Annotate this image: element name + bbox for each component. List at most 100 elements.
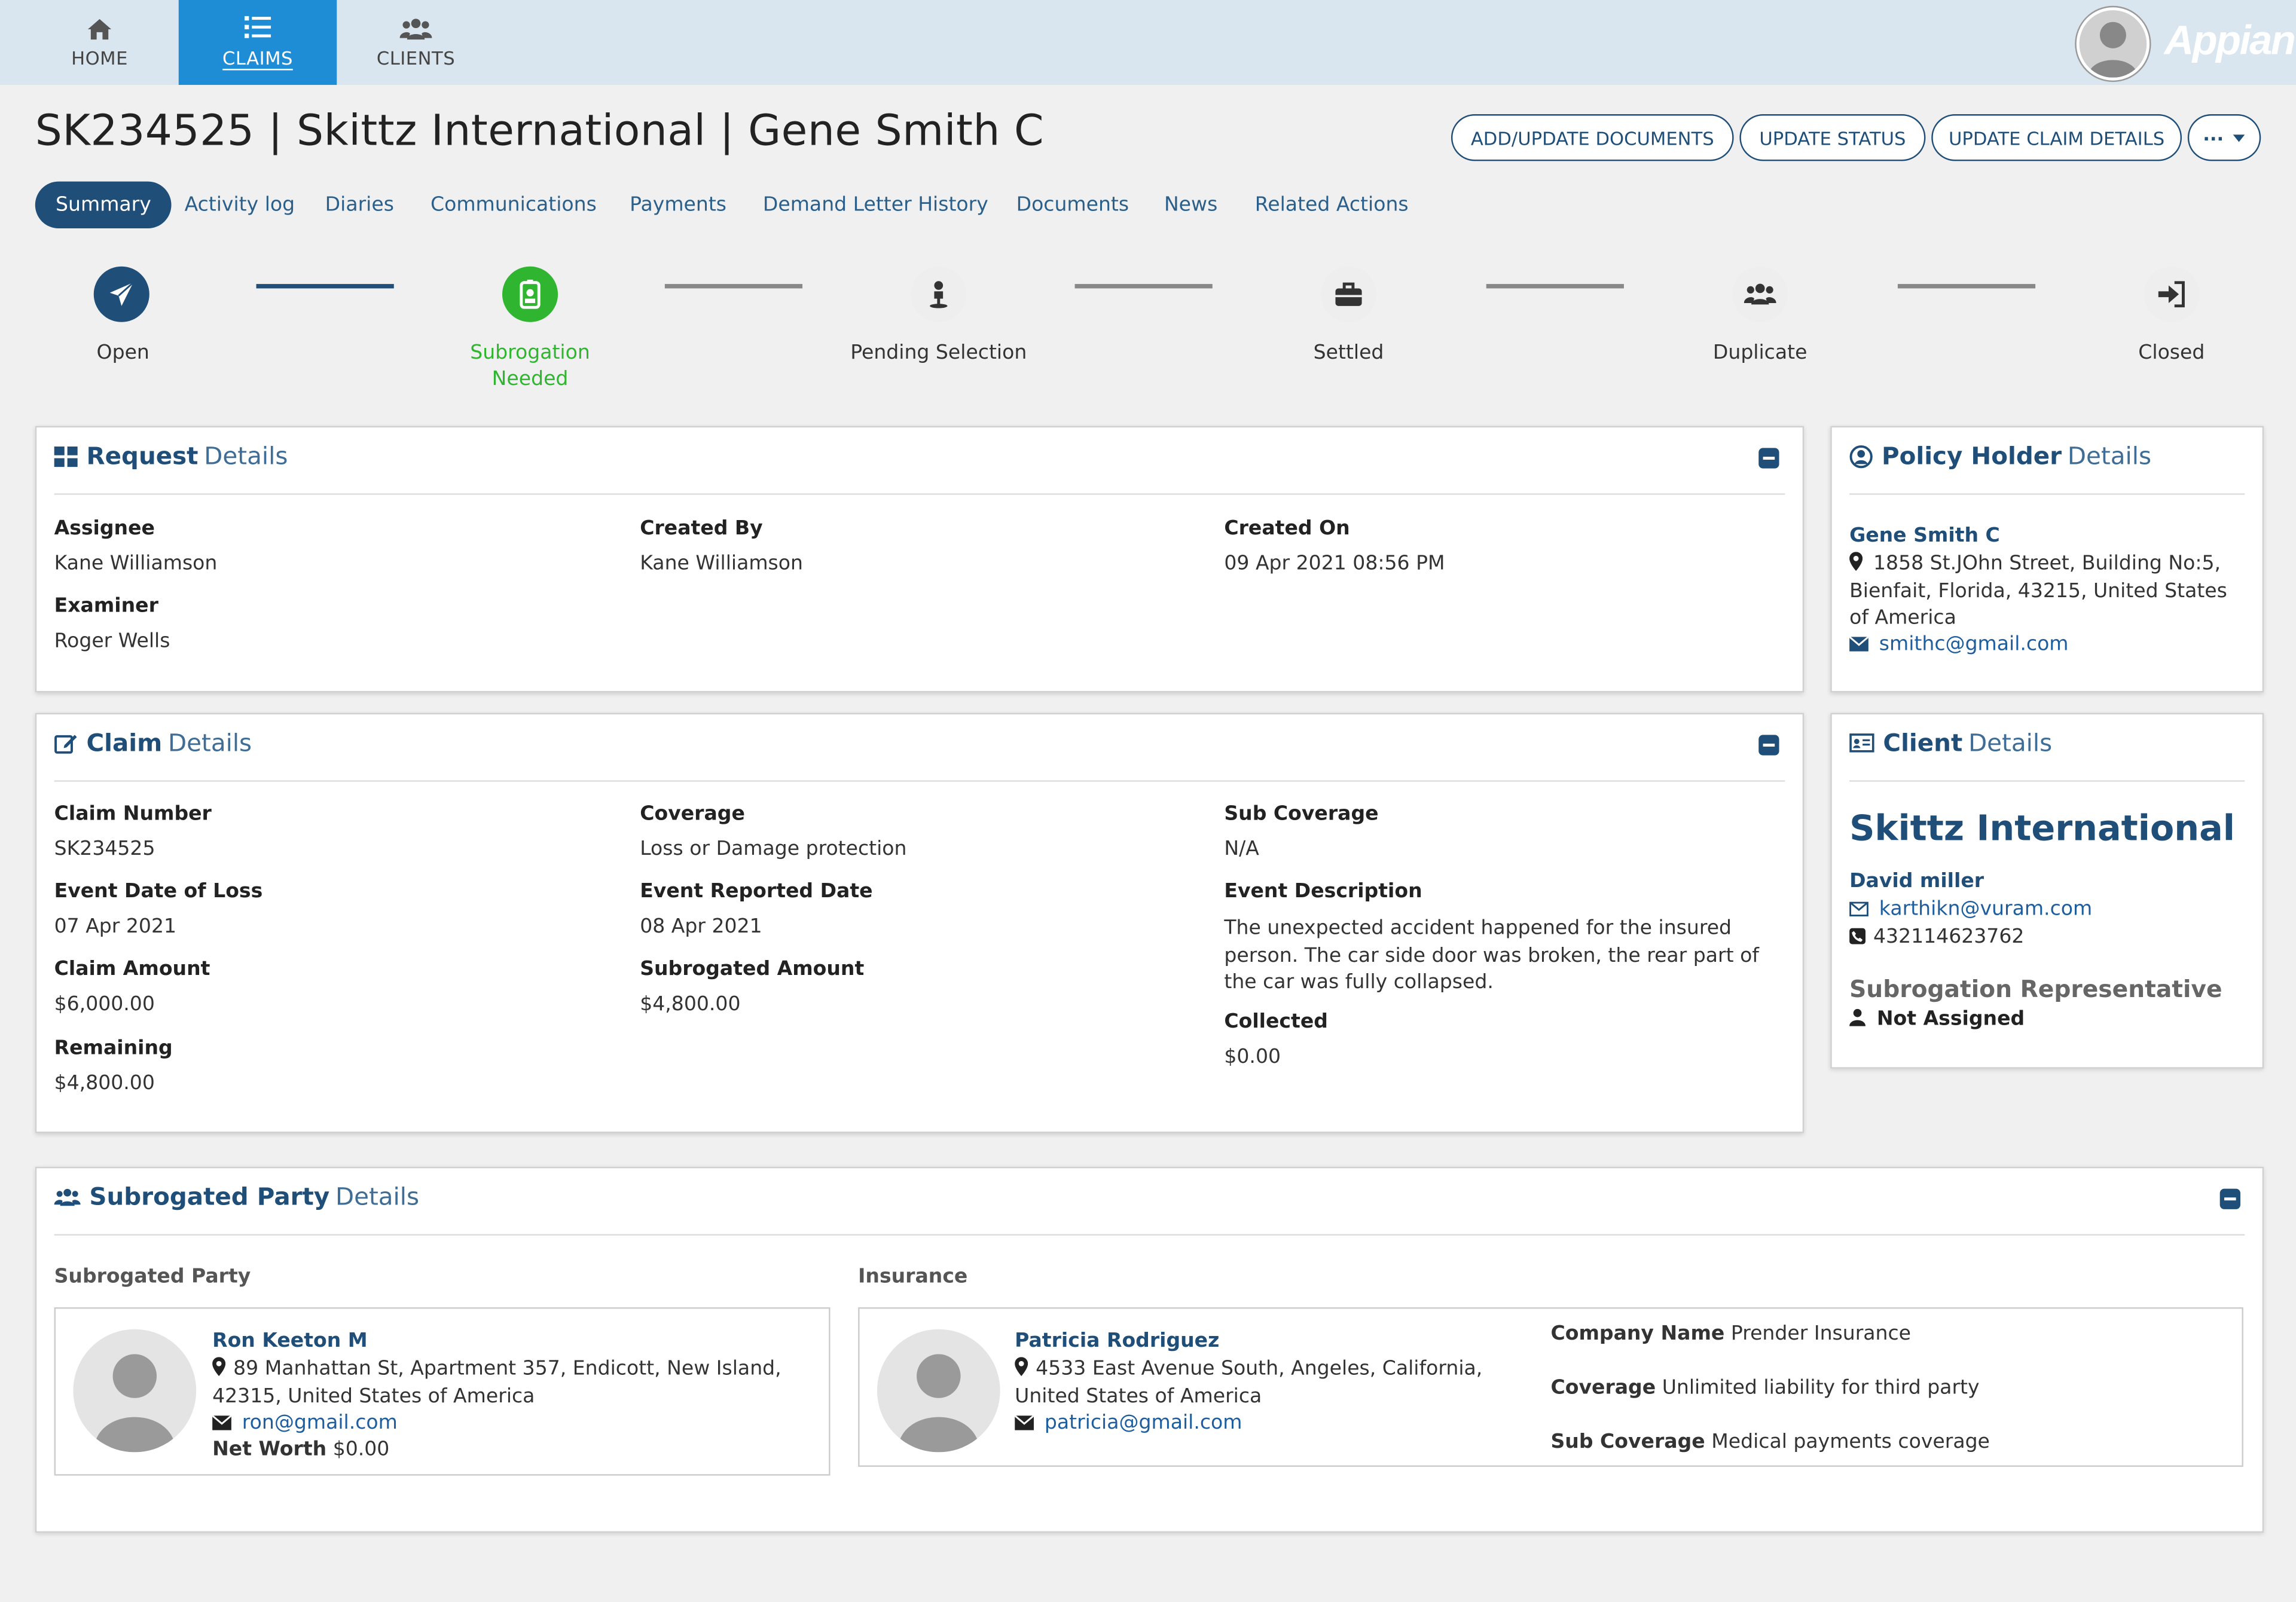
map-marker-icon <box>1015 1357 1028 1377</box>
step-pending-selection-label: Pending Selection <box>850 341 1027 365</box>
claim-number-value: SK234525 <box>54 837 155 861</box>
divider <box>54 780 1785 782</box>
policy-holder-card: Policy Holder Details Gene Smith C 1858 … <box>1830 426 2264 693</box>
nav-claims[interactable]: CLAIMS <box>178 0 337 85</box>
page-title: SK234525 | Skittz International | Gene S… <box>35 105 1045 155</box>
step-subrogation-needed <box>502 266 558 322</box>
subrogated-party-email[interactable]: ron@gmail.com <box>212 1411 398 1435</box>
envelope-icon <box>212 1415 231 1430</box>
subrogated-party-address-text: 89 Manhattan St, Apartment 357, Endicott… <box>212 1357 781 1408</box>
nav-claims-label: CLAIMS <box>222 47 293 71</box>
tab-diaries[interactable]: Diaries <box>325 182 394 228</box>
step-open-label: Open <box>96 341 149 365</box>
step-duplicate-label: Duplicate <box>1712 341 1808 365</box>
more-actions-button[interactable]: ··· <box>2187 114 2261 161</box>
client-phone: 432114623762 <box>1849 925 2024 949</box>
subrogation-rep-label: Subrogation Representative <box>1849 975 2222 1003</box>
policy-holder-name[interactable]: Gene Smith C <box>1849 524 2000 548</box>
subrogated-party-name[interactable]: Ron Keeton M <box>212 1329 368 1353</box>
client-contact-name[interactable]: David miller <box>1849 870 1984 893</box>
insurance-box: Patricia Rodriguez 4533 East Avenue Sout… <box>858 1307 2243 1467</box>
insurance-contact-email[interactable]: patricia@gmail.com <box>1015 1411 1242 1435</box>
subrogated-party-title: Subrogated Party Details <box>54 1182 420 1211</box>
update-status-button[interactable]: UPDATE STATUS <box>1739 114 1926 161</box>
client-details-title: Client Details <box>1849 729 2052 757</box>
client-company-name[interactable]: Skittz International <box>1849 808 2235 849</box>
nav-clients-label: CLIENTS <box>376 46 456 68</box>
envelope-icon <box>1849 637 1868 652</box>
tab-activity-log[interactable]: Activity log <box>185 182 295 228</box>
claim-title-light: Details <box>168 729 252 757</box>
home-icon <box>87 18 112 39</box>
client-email[interactable]: karthikn@vuram.com <box>1849 897 2092 921</box>
insurance-contact-name[interactable]: Patricia Rodriguez <box>1015 1329 1219 1353</box>
connector-complete <box>256 284 394 289</box>
request-details-title: Request Details <box>54 442 288 470</box>
update-claim-details-button[interactable]: UPDATE CLAIM DETAILS <box>1931 114 2182 161</box>
tab-related-actions[interactable]: Related Actions <box>1255 182 1409 228</box>
divider <box>1849 780 2245 782</box>
step-subrogation-label-line1: Subrogation <box>470 341 590 365</box>
request-collapse-button[interactable] <box>1758 448 1779 469</box>
insurance-contact-photo <box>877 1329 1000 1453</box>
tab-news[interactable]: News <box>1164 182 1217 228</box>
coverage-label: Coverage <box>640 802 745 826</box>
divider <box>54 493 1785 495</box>
envelope-outline-icon <box>1849 901 1868 917</box>
request-details-card: Request Details Assignee Kane Williamson… <box>35 426 1805 693</box>
client-title-bold: Client <box>1883 729 1963 757</box>
phone-icon <box>1849 928 1866 944</box>
subrogated-amount-label: Subrogated Amount <box>640 957 865 981</box>
tab-summary[interactable]: Summary <box>35 181 172 229</box>
policy-title-bold: Policy Holder <box>1881 442 2062 470</box>
envelope-icon <box>1015 1415 1034 1430</box>
subrogated-party-email-text: ron@gmail.com <box>242 1411 398 1435</box>
subrogated-title-light: Details <box>335 1182 420 1211</box>
users-icon <box>1744 283 1776 305</box>
connector-pending <box>1897 284 2036 289</box>
tab-documents[interactable]: Documents <box>1016 182 1129 228</box>
insurance-company-name: Company Name Prender Insurance <box>1550 1322 1911 1345</box>
sub-coverage-label: Sub Coverage <box>1224 802 1379 826</box>
policy-holder-address-text: 1858 St.JOhn Street, Building No:5, Bien… <box>1849 552 2227 630</box>
insurance-contact-address: 4533 East Avenue South, Angeles, Califor… <box>1015 1356 1527 1410</box>
collected-label: Collected <box>1224 1010 1328 1034</box>
policy-holder-email-text: smithc@gmail.com <box>1879 632 2069 656</box>
connector-pending <box>1074 284 1213 289</box>
subrogated-amount-value: $4,800.00 <box>640 992 741 1016</box>
net-worth-label: Net Worth <box>212 1437 327 1462</box>
claim-collapse-button[interactable] <box>1758 735 1779 756</box>
divider <box>1849 493 2245 495</box>
event-date-label: Event Date of Loss <box>54 879 263 904</box>
user-avatar[interactable] <box>2076 7 2150 81</box>
collected-value: $0.00 <box>1224 1045 1281 1069</box>
subrogated-title-bold: Subrogated Party <box>89 1182 330 1211</box>
examiner-label: Examiner <box>54 594 158 618</box>
subrogated-collapse-button[interactable] <box>2219 1188 2240 1209</box>
tab-communications[interactable]: Communications <box>430 182 597 228</box>
tab-payments[interactable]: Payments <box>630 182 726 228</box>
appian-logo[interactable]: Appian <box>2164 17 2296 64</box>
add-update-documents-button[interactable]: ADD/UPDATE DOCUMENTS <box>1451 114 1734 161</box>
subrogated-party-photo <box>73 1329 197 1453</box>
connector-pending <box>1486 284 1624 289</box>
insurance-contact-address-text: 4533 East Avenue South, Angeles, Califor… <box>1015 1357 1483 1408</box>
nav-clients[interactable]: CLIENTS <box>340 0 492 85</box>
subrogated-party-box: Ron Keeton M 89 Manhattan St, Apartment … <box>54 1307 831 1476</box>
sub-coverage-value: N/A <box>1224 837 1259 861</box>
remaining-value: $4,800.00 <box>54 1071 155 1095</box>
edit-icon <box>54 735 77 754</box>
connector-pending <box>664 284 803 289</box>
subrogated-party-card: Subrogated Party Details Subrogated Part… <box>35 1166 2264 1533</box>
insurance-sub-coverage-label: Sub Coverage <box>1550 1430 1705 1454</box>
insurance-coverage: Coverage Unlimited liability for third p… <box>1550 1376 1979 1399</box>
step-settled <box>1320 266 1377 322</box>
nav-home[interactable]: HOME <box>23 0 176 85</box>
tab-demand-letter-history[interactable]: Demand Letter History <box>763 182 988 228</box>
company-name-value: Prender Insurance <box>1730 1322 1912 1346</box>
company-name-label: Company Name <box>1550 1322 1725 1346</box>
policy-holder-email[interactable]: smithc@gmail.com <box>1849 632 2069 656</box>
reported-date-value: 08 Apr 2021 <box>640 915 762 938</box>
id-card-icon <box>1849 733 1874 753</box>
created-by-label: Created By <box>640 516 763 540</box>
